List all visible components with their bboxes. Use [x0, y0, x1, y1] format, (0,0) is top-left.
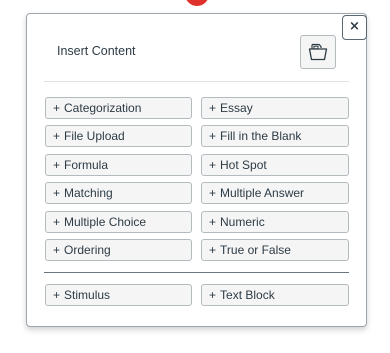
plus-icon: + — [209, 288, 217, 302]
plus-icon: + — [209, 186, 217, 200]
option-label: Fill in the Blank — [220, 129, 302, 143]
add-categorization-button[interactable]: + Categorization — [45, 97, 192, 119]
add-numeric-button[interactable]: + Numeric — [201, 211, 349, 233]
add-hot-spot-button[interactable]: + Hot Spot — [201, 154, 349, 176]
option-label: Multiple Answer — [220, 186, 305, 200]
add-file-upload-button[interactable]: + File Upload — [45, 125, 192, 147]
add-text-block-button[interactable]: + Text Block — [201, 284, 349, 306]
plus-icon: + — [209, 215, 217, 229]
option-label: Text Block — [220, 288, 275, 302]
plus-icon: + — [53, 101, 61, 115]
option-label: Multiple Choice — [64, 215, 147, 229]
add-true-or-false-button[interactable]: + True or False — [201, 239, 349, 261]
option-label: Numeric — [220, 215, 265, 229]
add-fill-in-the-blank-button[interactable]: + Fill in the Blank — [201, 125, 349, 147]
option-label: Essay — [220, 101, 253, 115]
add-stimulus-button[interactable]: + Stimulus — [45, 284, 192, 306]
add-multiple-choice-button[interactable]: + Multiple Choice — [45, 211, 192, 233]
plus-icon: + — [209, 158, 217, 172]
top-marker — [185, 0, 209, 6]
add-multiple-answer-button[interactable]: + Multiple Answer — [201, 182, 349, 204]
plus-icon: + — [53, 158, 61, 172]
header-divider — [44, 81, 349, 82]
plus-icon: + — [53, 215, 61, 229]
option-label: Matching — [64, 186, 113, 200]
option-label: Formula — [64, 158, 109, 172]
item-bank-button[interactable] — [300, 35, 336, 69]
item-bank-icon — [308, 43, 328, 61]
plus-icon: + — [53, 288, 61, 302]
close-button[interactable]: × — [342, 15, 367, 40]
option-label: Ordering — [64, 243, 111, 257]
popover-title: Insert Content — [57, 44, 136, 58]
option-label: Stimulus — [64, 288, 111, 302]
add-formula-button[interactable]: + Formula — [45, 154, 192, 176]
add-essay-button[interactable]: + Essay — [201, 97, 349, 119]
plus-icon: + — [209, 243, 217, 257]
option-label: File Upload — [64, 129, 125, 143]
plus-icon: + — [53, 186, 61, 200]
option-label: True or False — [220, 243, 291, 257]
plus-icon: + — [209, 129, 217, 143]
plus-icon: + — [53, 243, 61, 257]
add-matching-button[interactable]: + Matching — [45, 182, 192, 204]
plus-icon: + — [209, 101, 217, 115]
plus-icon: + — [53, 129, 61, 143]
section-divider — [44, 272, 349, 273]
add-ordering-button[interactable]: + Ordering — [45, 239, 192, 261]
option-label: Hot Spot — [220, 158, 267, 172]
option-label: Categorization — [64, 101, 142, 115]
